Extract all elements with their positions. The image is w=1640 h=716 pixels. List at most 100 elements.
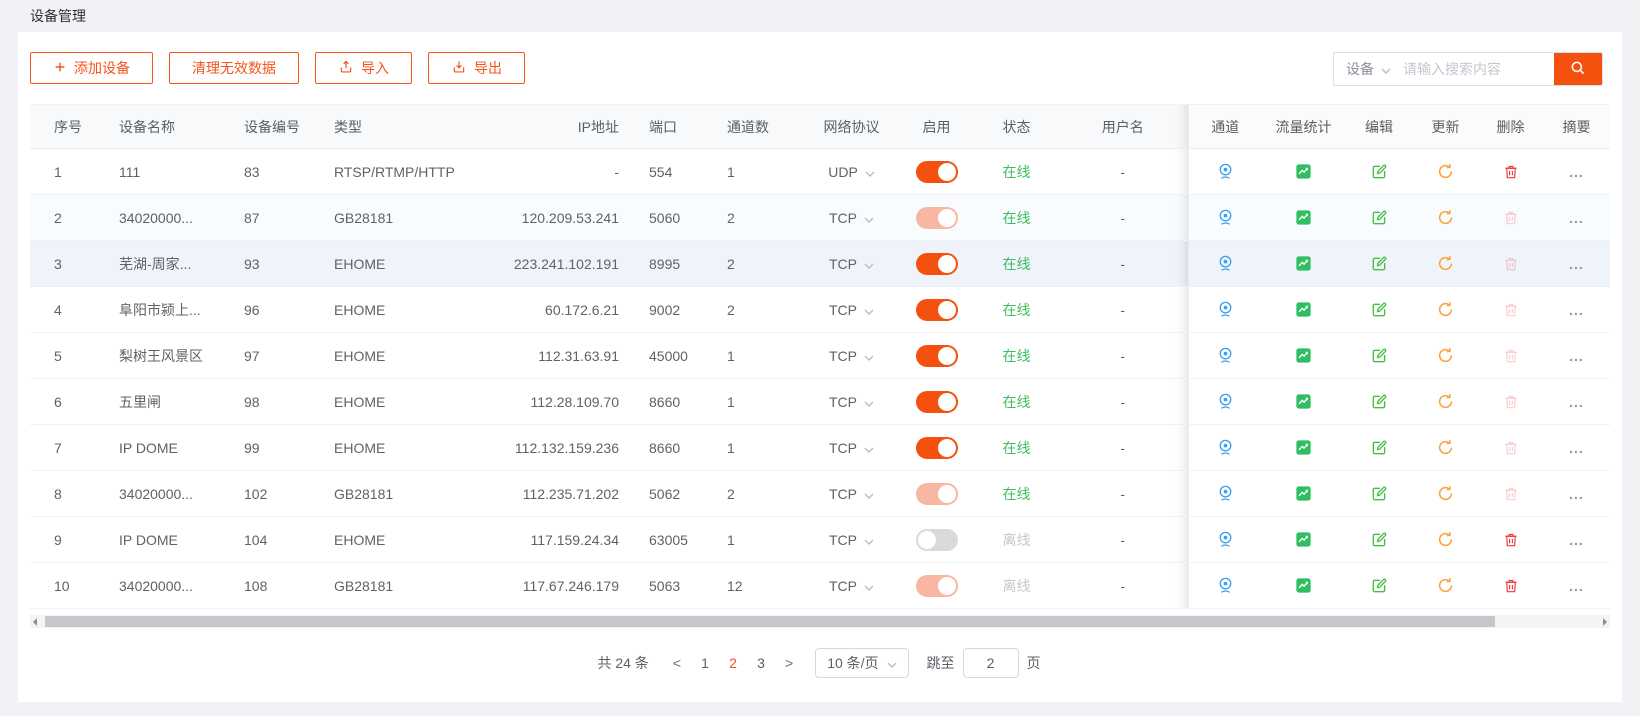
add-device-button[interactable]: 添加设备 xyxy=(30,52,153,84)
scroll-right-arrow-icon[interactable] xyxy=(1603,618,1607,626)
protocol-select[interactable]: TCP xyxy=(829,578,874,594)
traffic-stats-icon[interactable] xyxy=(1294,346,1313,365)
edit-icon[interactable] xyxy=(1370,438,1389,457)
cell-delete xyxy=(1478,563,1543,609)
summary-ellipsis[interactable]: ... xyxy=(1569,210,1584,226)
page-number-1[interactable]: 1 xyxy=(691,655,719,671)
protocol-select[interactable]: TCP xyxy=(829,302,874,318)
delete-trash-icon[interactable] xyxy=(1502,255,1520,273)
enable-toggle[interactable] xyxy=(916,437,958,459)
horizontal-scrollbar[interactable] xyxy=(30,615,1610,628)
prev-page-button[interactable]: < xyxy=(663,655,691,671)
clean-invalid-data-button[interactable]: 清理无效数据 xyxy=(169,52,299,84)
refresh-icon[interactable] xyxy=(1436,162,1455,181)
channel-camera-icon[interactable] xyxy=(1216,300,1235,319)
enable-toggle[interactable] xyxy=(916,529,958,551)
edit-icon[interactable] xyxy=(1370,254,1389,273)
channel-camera-icon[interactable] xyxy=(1216,162,1235,181)
channel-camera-icon[interactable] xyxy=(1216,576,1235,595)
protocol-select[interactable]: TCP xyxy=(829,394,874,410)
enable-toggle[interactable] xyxy=(916,575,958,597)
search-button[interactable] xyxy=(1554,53,1602,85)
enable-toggle[interactable] xyxy=(916,253,958,275)
edit-icon[interactable] xyxy=(1370,300,1389,319)
edit-icon[interactable] xyxy=(1370,530,1389,549)
delete-trash-icon[interactable] xyxy=(1502,485,1520,503)
delete-trash-icon[interactable] xyxy=(1502,439,1520,457)
scrollbar-thumb[interactable] xyxy=(45,616,1495,627)
traffic-stats-icon[interactable] xyxy=(1294,392,1313,411)
summary-ellipsis[interactable]: ... xyxy=(1569,440,1584,456)
refresh-icon[interactable] xyxy=(1436,530,1455,549)
protocol-select[interactable]: TCP xyxy=(829,440,874,456)
channel-camera-icon[interactable] xyxy=(1216,392,1235,411)
refresh-icon[interactable] xyxy=(1436,392,1455,411)
summary-ellipsis[interactable]: ... xyxy=(1569,532,1584,548)
edit-icon[interactable] xyxy=(1370,484,1389,503)
enable-toggle[interactable] xyxy=(916,207,958,229)
next-page-button[interactable]: > xyxy=(775,655,803,671)
summary-ellipsis[interactable]: ... xyxy=(1569,164,1584,180)
refresh-icon[interactable] xyxy=(1436,346,1455,365)
channel-camera-icon[interactable] xyxy=(1216,438,1235,457)
summary-ellipsis[interactable]: ... xyxy=(1569,302,1584,318)
traffic-stats-icon[interactable] xyxy=(1294,484,1313,503)
traffic-stats-icon[interactable] xyxy=(1294,162,1313,181)
page-size-select[interactable]: 10 条/页 xyxy=(815,648,908,678)
traffic-stats-icon[interactable] xyxy=(1294,208,1313,227)
refresh-icon[interactable] xyxy=(1436,576,1455,595)
delete-trash-icon[interactable] xyxy=(1502,393,1520,411)
page-number-2-current[interactable]: 2 xyxy=(719,655,747,671)
delete-trash-icon[interactable] xyxy=(1502,347,1520,365)
refresh-icon[interactable] xyxy=(1436,438,1455,457)
protocol-select[interactable]: TCP xyxy=(829,348,874,364)
protocol-select[interactable]: UDP xyxy=(828,164,875,180)
channel-camera-icon[interactable] xyxy=(1216,530,1235,549)
summary-ellipsis[interactable]: ... xyxy=(1569,394,1584,410)
delete-trash-icon[interactable] xyxy=(1502,163,1520,181)
traffic-stats-icon[interactable] xyxy=(1294,576,1313,595)
channel-camera-icon[interactable] xyxy=(1216,346,1235,365)
summary-ellipsis[interactable]: ... xyxy=(1569,256,1584,272)
refresh-icon[interactable] xyxy=(1436,300,1455,319)
protocol-select[interactable]: TCP xyxy=(829,210,874,226)
channel-camera-icon[interactable] xyxy=(1216,254,1235,273)
delete-trash-icon[interactable] xyxy=(1502,209,1520,227)
protocol-select[interactable]: TCP xyxy=(829,486,874,502)
edit-icon[interactable] xyxy=(1370,162,1389,181)
delete-trash-icon[interactable] xyxy=(1502,577,1520,595)
edit-icon[interactable] xyxy=(1370,346,1389,365)
delete-trash-icon[interactable] xyxy=(1502,531,1520,549)
channel-camera-icon[interactable] xyxy=(1216,208,1235,227)
refresh-icon[interactable] xyxy=(1436,484,1455,503)
traffic-stats-icon[interactable] xyxy=(1294,254,1313,273)
protocol-select[interactable]: TCP xyxy=(829,532,874,548)
search-category-select[interactable]: 设备 xyxy=(1334,53,1397,85)
refresh-icon[interactable] xyxy=(1436,254,1455,273)
enable-toggle[interactable] xyxy=(916,391,958,413)
edit-icon[interactable] xyxy=(1370,392,1389,411)
traffic-stats-icon[interactable] xyxy=(1294,300,1313,319)
cell-update xyxy=(1413,149,1478,195)
enable-toggle[interactable] xyxy=(916,299,958,321)
summary-ellipsis[interactable]: ... xyxy=(1569,348,1584,364)
refresh-icon[interactable] xyxy=(1436,208,1455,227)
search-input[interactable] xyxy=(1397,53,1554,85)
scroll-left-arrow-icon[interactable] xyxy=(33,618,37,626)
page-number-3[interactable]: 3 xyxy=(747,655,775,671)
protocol-select[interactable]: TCP xyxy=(829,256,874,272)
enable-toggle[interactable] xyxy=(916,345,958,367)
jump-to-input[interactable] xyxy=(963,648,1019,678)
edit-icon[interactable] xyxy=(1370,208,1389,227)
enable-toggle[interactable] xyxy=(916,161,958,183)
summary-ellipsis[interactable]: ... xyxy=(1569,486,1584,502)
export-button[interactable]: 导出 xyxy=(428,52,525,84)
traffic-stats-icon[interactable] xyxy=(1294,438,1313,457)
edit-icon[interactable] xyxy=(1370,576,1389,595)
delete-trash-icon[interactable] xyxy=(1502,301,1520,319)
import-button[interactable]: 导入 xyxy=(315,52,412,84)
summary-ellipsis[interactable]: ... xyxy=(1569,578,1584,594)
channel-camera-icon[interactable] xyxy=(1216,484,1235,503)
enable-toggle[interactable] xyxy=(916,483,958,505)
traffic-stats-icon[interactable] xyxy=(1294,530,1313,549)
